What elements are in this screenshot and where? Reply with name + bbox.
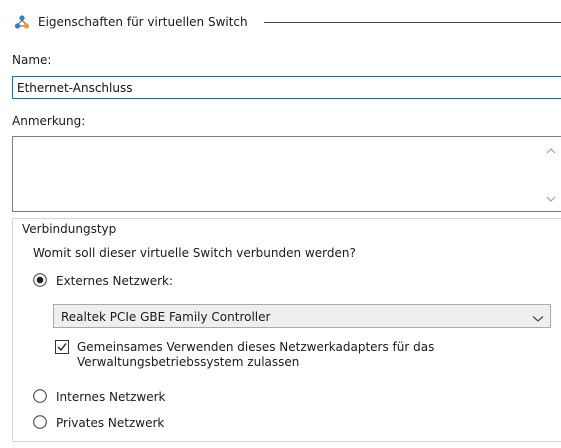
section-title: Eigenschaften für virtuellen Switch: [38, 15, 248, 29]
scroll-down-icon[interactable]: [545, 193, 557, 203]
network-adapter-select[interactable]: Realtek PCIe GBE Family Controller: [53, 304, 551, 328]
radio-private-network-label[interactable]: Privates Netzwerk: [56, 416, 164, 430]
network-switch-icon: [14, 14, 30, 30]
radio-external-network[interactable]: [33, 273, 47, 287]
section-divider: [264, 22, 561, 23]
radio-internal-network[interactable]: [33, 389, 47, 403]
radio-external-network-label[interactable]: Externes Netzwerk:: [56, 274, 173, 288]
share-adapter-checkbox[interactable]: [55, 340, 69, 354]
share-adapter-label[interactable]: Gemeinsames Verwenden dieses Netzwerkada…: [77, 340, 497, 370]
name-input[interactable]: [12, 76, 561, 99]
scroll-up-icon[interactable]: [545, 145, 557, 155]
connection-type-legend: Verbindungstyp: [20, 222, 119, 236]
radio-internal-network-label[interactable]: Internes Netzwerk: [56, 390, 165, 404]
radio-private-network[interactable]: [33, 415, 47, 429]
connection-question: Womit soll dieser virtuelle Switch verbu…: [33, 246, 356, 260]
notes-textarea[interactable]: [12, 136, 561, 212]
section-header: Eigenschaften für virtuellen Switch: [0, 8, 561, 36]
name-label: Name:: [12, 53, 52, 67]
network-adapter-value: Realtek PCIe GBE Family Controller: [61, 310, 271, 324]
chevron-down-icon: [532, 312, 544, 322]
notes-label: Anmerkung:: [12, 114, 86, 128]
